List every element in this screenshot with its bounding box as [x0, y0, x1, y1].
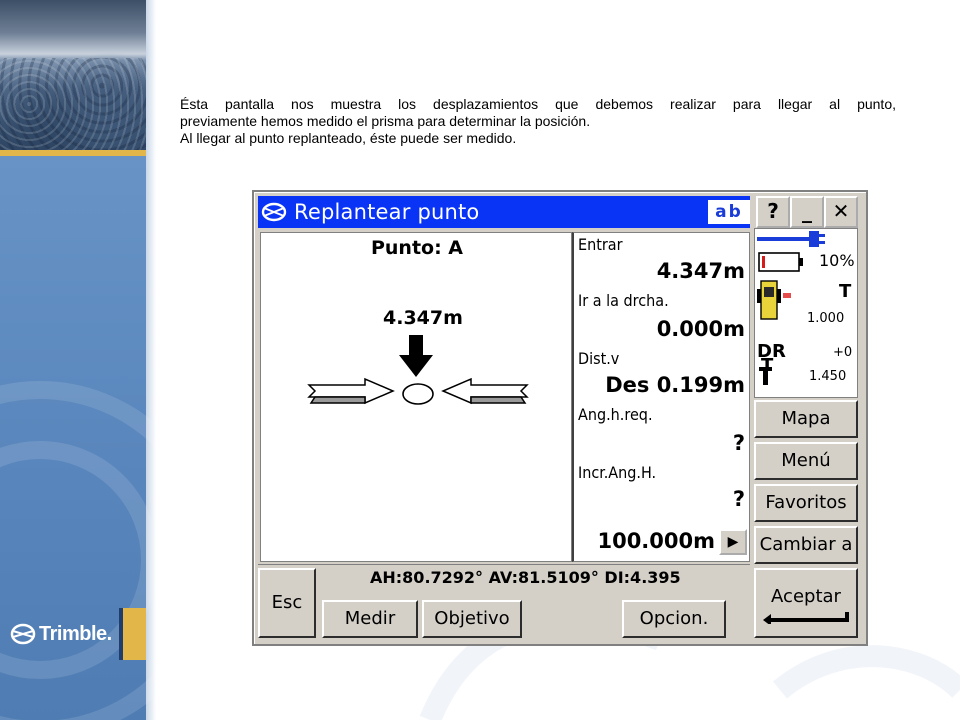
measure-button[interactable]: Medir: [322, 600, 418, 638]
battery-icon[interactable]: [758, 252, 803, 272]
map-button[interactable]: Mapa: [754, 400, 858, 438]
title-bar: Replantear punto ab: [258, 196, 750, 228]
description-line: previamente hemos medido el prisma para …: [180, 113, 591, 129]
stakeout-graphic-pane: Punto: A 4.347m: [260, 232, 572, 562]
battery-percent: 10%: [819, 251, 855, 270]
landscape-texture: [0, 58, 146, 150]
vertical-distance-label: Dist.v: [578, 349, 620, 368]
window-title: Replantear punto: [294, 200, 480, 224]
switch-to-button[interactable]: Cambiar a: [754, 526, 858, 564]
readings-pane: Entrar 4.347m Ir a la drcha. 0.000m Dist…: [572, 232, 750, 562]
input-mode-indicator[interactable]: ab: [708, 200, 750, 224]
point-name: Punto: A: [370, 237, 464, 259]
trimble-globe-icon: [10, 623, 36, 645]
left-arrow-icon: [441, 377, 529, 405]
trimble-logo: Trimble.: [10, 620, 120, 648]
close-button[interactable]: ✕: [824, 196, 858, 228]
esc-button[interactable]: Esc: [258, 568, 316, 638]
right-arrow-icon: [307, 377, 395, 405]
slide-description: Ésta pantalla nos muestra los desplazami…: [180, 96, 896, 147]
distance-field[interactable]: 100.000m: [597, 529, 715, 553]
target-height: 1.000: [807, 311, 845, 326]
band-edge: [146, 0, 156, 720]
logo-accent-bar: [119, 608, 146, 660]
target-button[interactable]: Objetivo: [422, 600, 522, 638]
down-arrow-icon: [399, 335, 433, 377]
trimble-logo-text: Trimble.: [39, 622, 112, 645]
description-line: Al llegar al punto replanteado, éste pue…: [180, 130, 517, 146]
right-offset-label: Ir a la drcha.: [578, 291, 669, 310]
description-line: Ésta pantalla nos muestra los desplazami…: [180, 96, 896, 112]
vertical-distance-value: Des 0.199m: [605, 373, 745, 397]
direction-arrows-graphic: [307, 335, 529, 405]
favorites-button[interactable]: Favoritos: [754, 484, 858, 522]
trimble-app-icon[interactable]: [260, 198, 288, 226]
instrument-letter: T: [761, 355, 774, 376]
accept-button[interactable]: Aceptar: [754, 568, 858, 638]
measurement-readout: AH:80.7292° AV:81.5109° DI:4.395: [370, 568, 681, 587]
status-panel: 10% T 1.000 DR T +0 1.450: [754, 228, 858, 398]
stakeout-window: Replantear punto ab ? _ ✕ Punto: A 4.347…: [252, 190, 868, 646]
accept-label: Aceptar: [771, 586, 841, 607]
target-letter: T: [839, 281, 852, 302]
required-h-angle-label: Ang.h.req.: [578, 405, 653, 424]
required-h-angle-value: ?: [732, 431, 745, 455]
power-cable-icon[interactable]: [757, 231, 825, 247]
forward-distance-label: 4.347m: [383, 307, 463, 329]
prism-offset: +0: [833, 345, 853, 360]
menu-button[interactable]: Menú: [754, 442, 858, 480]
help-button[interactable]: ?: [756, 196, 790, 228]
distance-arrow-button[interactable]: ▶: [719, 529, 747, 555]
total-station-icon[interactable]: [757, 280, 791, 320]
h-angle-increment-value: ?: [732, 487, 745, 511]
h-angle-increment-label: Incr.Ang.H.: [578, 463, 657, 482]
gold-divider: [0, 150, 146, 156]
instrument-height: 1.450: [809, 369, 847, 384]
enter-key-icon: [763, 612, 849, 624]
target-point-marker: [402, 383, 434, 405]
entrar-label: Entrar: [578, 235, 623, 254]
minimize-button[interactable]: _: [790, 196, 824, 228]
right-offset-value: 0.000m: [656, 317, 745, 341]
options-button[interactable]: Opcion.: [622, 600, 726, 638]
entrar-value: 4.347m: [656, 259, 745, 283]
